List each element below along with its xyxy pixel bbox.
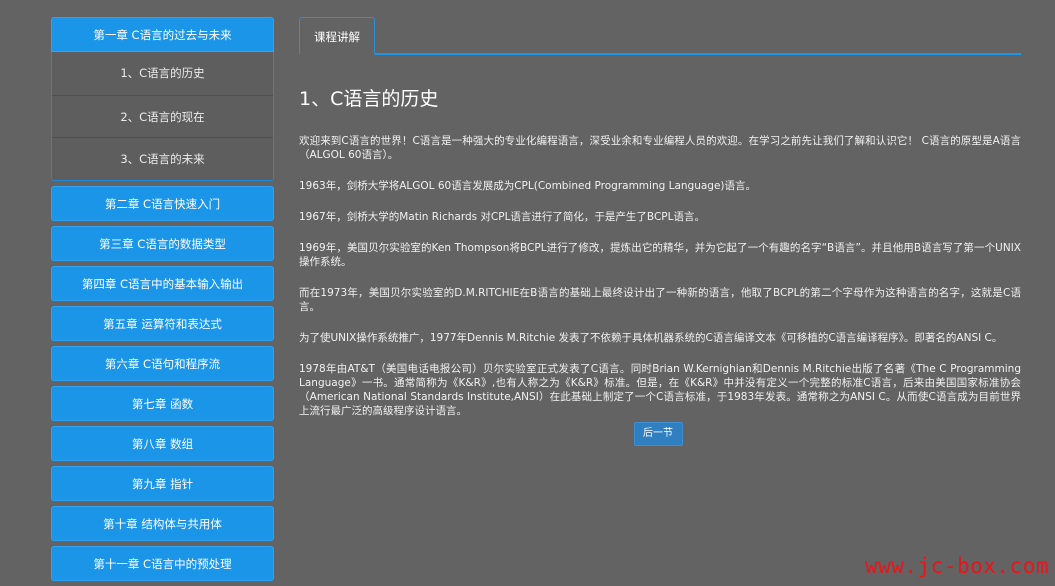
lesson-panel: 课程讲解 1、C语言的历史 欢迎来到C语言的世界！C语言是一种强大的专业化编程语… xyxy=(299,17,1021,446)
sidebar-chapter-2[interactable]: 第二章 C语言快速入门 xyxy=(51,186,274,221)
section-c-history[interactable]: 1、C语言的历史 xyxy=(52,52,273,95)
sidebar-chapter-10[interactable]: 第十章 结构体与共用体 xyxy=(51,506,274,541)
next-section-button[interactable]: 后一节 xyxy=(633,422,683,446)
sidebar-chapter-1[interactable]: 第一章 C语言的过去与未来 xyxy=(51,17,274,52)
sidebar-chapter-6[interactable]: 第六章 C语句和程序流 xyxy=(51,346,274,381)
lesson-paragraph-4: 1969年，美国贝尔实验室的Ken Thompson将BCPL进行了修改，提炼出… xyxy=(299,242,1021,268)
lesson-paragraph-2: 1963年，剑桥大学将ALGOL 60语言发展成为CPL(Combined Pr… xyxy=(299,180,757,192)
section-c-future[interactable]: 3、C语言的未来 xyxy=(52,137,273,180)
pager: 后一节 xyxy=(299,421,1021,446)
app-root: 第一章 C语言的过去与未来 1、C语言的历史 2、C语言的现在 3、C语言的未来… xyxy=(0,0,1055,586)
lesson-paragraph-1: 欢迎来到C语言的世界！C语言是一种强大的专业化编程语言，深受业余和专业编程人员的… xyxy=(299,135,1021,161)
sidebar-chapter-8[interactable]: 第八章 数组 xyxy=(51,426,274,461)
sidebar-chapter-4[interactable]: 第四章 C语言中的基本输入输出 xyxy=(51,266,274,301)
tab-bar: 课程讲解 xyxy=(299,17,1021,55)
chapter-sidebar: 第一章 C语言的过去与未来 1、C语言的历史 2、C语言的现在 3、C语言的未来… xyxy=(51,17,275,586)
tab-course-lecture[interactable]: 课程讲解 xyxy=(299,17,375,55)
lesson-paragraph-6: 为了使UNIX操作系统推广，1977年Dennis M.Ritchie 发表了不… xyxy=(299,332,1003,344)
sidebar-chapter-9[interactable]: 第九章 指针 xyxy=(51,466,274,501)
sidebar-chapter-3[interactable]: 第三章 C语言的数据类型 xyxy=(51,226,274,261)
sidebar-chapter-11[interactable]: 第十一章 C语言中的预处理 xyxy=(51,546,274,581)
chapter-1-sections: 1、C语言的历史 2、C语言的现在 3、C语言的未来 xyxy=(51,52,274,181)
section-c-present[interactable]: 2、C语言的现在 xyxy=(52,95,273,137)
lesson-paragraph-7: 1978年由AT&T（美国电话电报公司）贝尔实验室正式发表了C语言。同时Bria… xyxy=(299,363,1021,417)
sidebar-chapter-7[interactable]: 第七章 函数 xyxy=(51,386,274,421)
site-watermark: www.jc-box.com xyxy=(864,554,1049,578)
lesson-title: 1、C语言的历史 xyxy=(299,88,439,110)
lesson-paragraph-3: 1967年，剑桥大学的Matin Richards 对CPL语言进行了简化，于是… xyxy=(299,211,705,223)
sidebar-chapter-5[interactable]: 第五章 运算符和表达式 xyxy=(51,306,274,341)
lesson-paragraph-5: 而在1973年，美国贝尔实验室的D.M.RITCHIE在B语言的基础上最终设计出… xyxy=(299,287,1021,313)
